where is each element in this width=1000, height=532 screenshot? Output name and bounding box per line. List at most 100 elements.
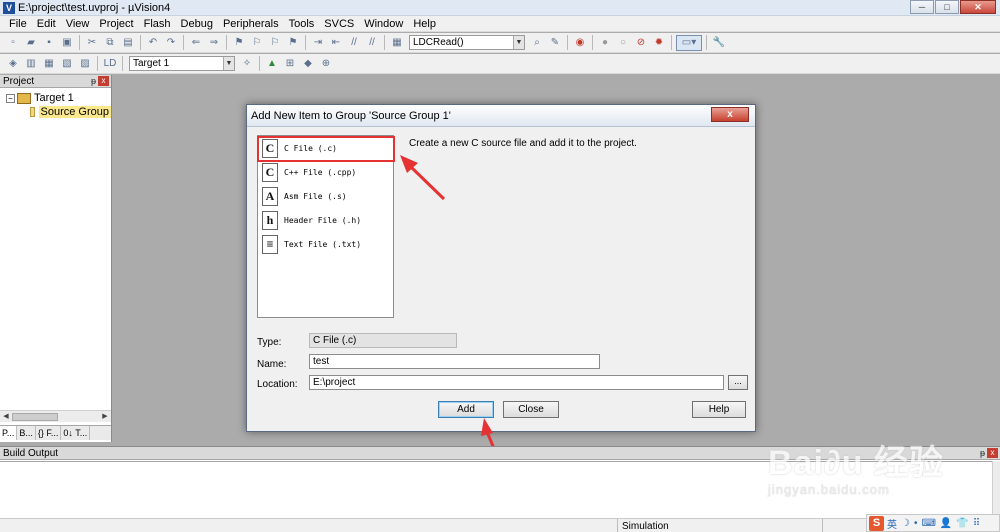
save-all-icon[interactable]: ▣ [59,35,75,51]
ime-mode[interactable]: 英 [887,516,897,531]
bookmark-prev-icon[interactable]: ⚐ [249,35,265,51]
list-item-c-file[interactable]: C C File (.c) [258,136,393,160]
maximize-button[interactable]: □ [935,0,959,14]
comment-icon[interactable]: // [346,35,362,51]
copy-icon[interactable]: ⧉ [102,35,118,51]
name-input[interactable]: test [309,354,600,369]
keyboard-icon[interactable]: ⌨ [921,518,935,529]
project-panel-header: Project ᵽ x [0,75,111,88]
moon-icon[interactable]: ☽ [901,518,910,529]
menu-peripherals[interactable]: Peripherals [218,16,284,32]
close-panel-icon[interactable]: x [987,448,998,458]
pin-icon[interactable]: ᵽ [980,447,985,460]
find-icon[interactable]: ⌕ [529,35,545,51]
menu-svcs[interactable]: SVCS [319,16,359,32]
toolbar-separator [259,56,260,71]
tab-functions[interactable]: {} F... [36,426,62,440]
menu-file[interactable]: File [4,16,32,32]
close-window-button[interactable]: ✕ [960,0,996,14]
tab-templates[interactable]: 0↓ T... [61,426,91,440]
build-icon[interactable]: ▥ [23,56,39,72]
list-item-text-file[interactable]: ≡ Text File (.txt) [258,232,393,256]
batch-build-icon[interactable]: ▧ [59,56,75,72]
manage-components-icon[interactable]: ▲ [264,56,280,72]
breakpoint-kill-icon[interactable]: ✹ [651,35,667,51]
uncomment-icon[interactable]: // [364,35,380,51]
scroll-right-icon[interactable]: ▶ [100,412,110,422]
manage-items-icon[interactable]: ⊞ [282,56,298,72]
menu-tools[interactable]: Tools [284,16,320,32]
open-file-icon[interactable]: ▰ [23,35,39,51]
save-icon[interactable]: ▪ [41,35,57,51]
manage-multi-project-icon[interactable]: ⊕ [318,56,334,72]
close-panel-icon[interactable]: x [98,76,109,86]
skin-icon[interactable]: 👕 [956,518,968,529]
list-item-asm-file[interactable]: A Asm File (.s) [258,184,393,208]
download-icon[interactable]: LD [102,56,118,72]
target-combo[interactable]: Target 1 ▼ [129,56,235,71]
function-combo[interactable]: LDCRead() ▼ [409,35,525,50]
breakpoint-enable-icon[interactable]: ○ [615,35,631,51]
menu-debug[interactable]: Debug [176,16,218,32]
tab-project[interactable]: P... [0,426,18,440]
cut-icon[interactable]: ✂ [84,35,100,51]
collapse-icon[interactable]: − [6,93,15,103]
scroll-left-icon[interactable]: ◀ [1,412,11,422]
list-item-cpp-file[interactable]: C C++ File (.cpp) [258,160,393,184]
incremental-find-icon[interactable]: ✎ [547,35,563,51]
menu-edit[interactable]: Edit [32,16,61,32]
toolbar-separator [226,35,227,50]
list-item-header-file[interactable]: h Header File (.h) [258,208,393,232]
user-icon[interactable]: 👤 [940,518,952,529]
target-icon [17,92,31,104]
window-layout-icon[interactable]: ▭▾ [676,34,702,51]
breakpoint-disable-icon[interactable]: ⊘ [633,35,649,51]
minimize-button[interactable]: ─ [910,0,934,14]
tree-item-target[interactable]: − Target 1 [0,91,111,105]
redo-icon[interactable]: ↷ [163,35,179,51]
stop-build-icon[interactable]: ▨ [77,56,93,72]
tab-books[interactable]: B... [17,426,36,440]
tree-item-source-group[interactable]: Source Group [0,105,111,119]
find-in-files-icon[interactable]: ▦ [389,35,405,51]
location-input[interactable]: E:\project [309,375,724,390]
help-button[interactable]: Help [692,401,746,418]
sogou-logo-icon[interactable]: S [869,515,884,531]
configure-icon[interactable]: 🔧 [711,35,727,51]
bookmark-clear-icon[interactable]: ⚑ [285,35,301,51]
punctuation-icon[interactable]: • [914,518,918,529]
scrollbar-thumb[interactable] [12,413,58,421]
paste-icon[interactable]: ▤ [120,35,136,51]
breakpoint-icon[interactable]: ● [597,35,613,51]
rebuild-icon[interactable]: ▦ [41,56,57,72]
browse-button[interactable]: ... [728,375,748,390]
chevron-down-icon[interactable]: ▼ [513,36,524,49]
menu-flash[interactable]: Flash [139,16,176,32]
menu-window[interactable]: Window [359,16,408,32]
toolbox-icon[interactable]: ⠿ [973,518,980,529]
dialog-close-button[interactable]: x [711,107,749,122]
bookmark-next-icon[interactable]: ⚐ [267,35,283,51]
vertical-scrollbar[interactable] [992,461,1000,517]
menu-view[interactable]: View [61,16,95,32]
target-options-icon[interactable]: ✧ [239,56,255,72]
nav-forward-icon[interactable]: ⇒ [206,35,222,51]
nav-back-icon[interactable]: ⇐ [188,35,204,51]
build-output-text[interactable] [0,461,992,517]
new-file-icon[interactable]: ▫ [5,35,21,51]
close-button[interactable]: Close [503,401,559,418]
select-books-icon[interactable]: ◆ [300,56,316,72]
menu-help[interactable]: Help [408,16,441,32]
dialog-title-bar: Add New Item to Group 'Source Group 1' x [247,105,755,127]
add-button[interactable]: Add [438,401,494,418]
undo-icon[interactable]: ↶ [145,35,161,51]
pin-icon[interactable]: ᵽ [91,75,96,88]
horizontal-scrollbar[interactable]: ◀ ▶ [0,410,111,422]
chevron-down-icon[interactable]: ▼ [223,57,234,70]
translate-icon[interactable]: ◈ [5,56,21,72]
menu-project[interactable]: Project [94,16,138,32]
debug-session-icon[interactable]: ◉ [572,35,588,51]
unindent-icon[interactable]: ⇤ [328,35,344,51]
bookmark-icon[interactable]: ⚑ [231,35,247,51]
indent-icon[interactable]: ⇥ [310,35,326,51]
